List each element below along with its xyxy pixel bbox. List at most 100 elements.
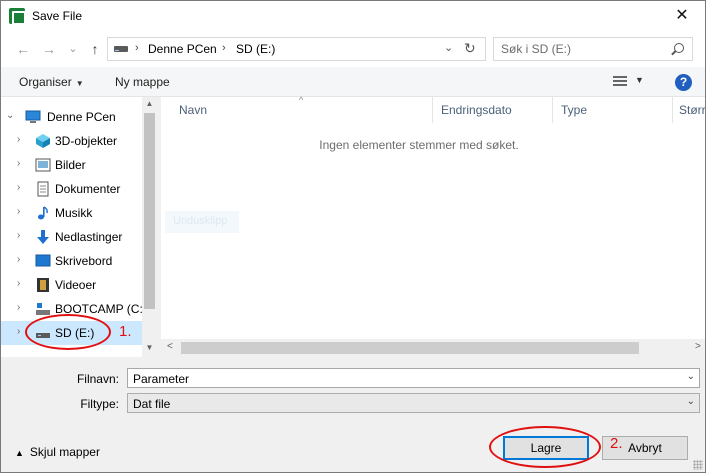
sidebar-item-label: SD (E:) bbox=[55, 326, 95, 340]
scroll-right-icon[interactable]: > bbox=[695, 341, 701, 352]
search-box[interactable] bbox=[493, 37, 693, 61]
search-input[interactable] bbox=[501, 41, 661, 57]
horizontal-scrollbar[interactable]: < > bbox=[161, 339, 705, 357]
sidebar-item-label: Musikk bbox=[55, 206, 93, 220]
column-header-size[interactable]: Størr bbox=[673, 97, 705, 123]
sidebar-item-label: Denne PCen bbox=[47, 110, 116, 124]
address-bar[interactable]: › Denne PCen › SD (E:) ⌄ ↻ bbox=[107, 37, 486, 61]
expand-icon[interactable]: › bbox=[17, 302, 20, 313]
expand-icon[interactable]: › bbox=[17, 158, 20, 169]
expand-icon[interactable]: › bbox=[17, 254, 20, 265]
forward-button[interactable]: → bbox=[39, 39, 59, 59]
sidebar-item-documents[interactable]: › Dokumenter bbox=[1, 177, 142, 201]
sidebar-item-3d-objects[interactable]: › 3D-objekter bbox=[1, 129, 142, 153]
scrollbar-thumb[interactable] bbox=[181, 342, 639, 354]
filename-row: Filnavn: Parameter ⌄ bbox=[1, 368, 705, 390]
filetype-label: Filtype: bbox=[80, 397, 119, 411]
filename-value[interactable]: Parameter bbox=[133, 372, 189, 386]
breadcrumb-sd-drive[interactable]: SD (E:) bbox=[236, 42, 275, 56]
documents-icon bbox=[35, 181, 51, 197]
hide-folders-label: Skjul mapper bbox=[29, 445, 100, 459]
navigation-bar: ← → ⌄ ↑ › Denne PCen › SD (E:) ⌄ ↻ bbox=[1, 31, 705, 67]
breadcrumb-separator: › bbox=[222, 42, 226, 54]
new-folder-button[interactable]: Ny mappe bbox=[115, 75, 170, 89]
filename-label: Filnavn: bbox=[76, 372, 119, 386]
chevron-down-icon[interactable]: ⌄ bbox=[687, 371, 695, 382]
organize-label: Organiser bbox=[19, 75, 72, 89]
address-dropdown-button[interactable]: ⌄ bbox=[444, 41, 453, 54]
filetype-select[interactable]: Dat file ⌄ bbox=[127, 393, 700, 413]
chevron-down-icon[interactable]: ⌄ bbox=[687, 396, 695, 407]
resize-grip[interactable] bbox=[693, 460, 703, 470]
save-file-dialog: Save File ✕ ← → ⌄ ↑ › Denne PCen › SD (E… bbox=[0, 0, 706, 473]
column-header-type[interactable]: Type bbox=[553, 97, 673, 123]
sidebar-item-music[interactable]: › Musikk bbox=[1, 201, 142, 225]
sidebar-item-label: BOOTCAMP (C:) bbox=[55, 302, 147, 316]
sidebar-item-bootcamp[interactable]: › BOOTCAMP (C:) bbox=[1, 297, 147, 321]
filename-field[interactable]: Parameter ⌄ bbox=[127, 368, 700, 388]
refresh-icon[interactable]: ↻ bbox=[464, 40, 476, 57]
music-icon bbox=[35, 205, 51, 221]
breadcrumb-this-pc[interactable]: Denne PCen bbox=[148, 42, 217, 56]
sidebar-item-label: Bilder bbox=[55, 158, 86, 172]
up-button[interactable]: ↑ bbox=[85, 39, 105, 59]
sidebar-item-videos[interactable]: › Videoer bbox=[1, 273, 142, 297]
filetype-value: Dat file bbox=[133, 397, 171, 411]
sidebar-item-downloads[interactable]: › Nedlastinger bbox=[1, 225, 142, 249]
recent-locations-button[interactable]: ⌄ bbox=[63, 39, 83, 59]
navigation-pane: ⌄ Denne PCen › 3D-objekter › Bilder › Do… bbox=[1, 97, 157, 357]
sort-ascending-icon: ^ bbox=[299, 95, 304, 105]
filetype-row: Filtype: Dat file ⌄ bbox=[1, 393, 705, 415]
view-options-icon[interactable] bbox=[613, 76, 627, 88]
sidebar-item-this-pc[interactable]: ⌄ Denne PCen bbox=[1, 105, 142, 129]
drive-icon bbox=[114, 46, 128, 52]
sidebar-item-label: Videoer bbox=[55, 278, 97, 292]
expand-icon[interactable]: › bbox=[17, 182, 20, 193]
sidebar-item-label: Nedlastinger bbox=[55, 230, 123, 244]
system-drive-icon bbox=[35, 301, 51, 317]
annotation-step-2: 2. bbox=[610, 435, 623, 452]
expand-icon[interactable]: › bbox=[17, 326, 20, 337]
desktop-icon bbox=[35, 253, 51, 269]
app-icon bbox=[9, 8, 26, 25]
help-icon[interactable]: ? bbox=[675, 74, 692, 91]
empty-message: Ingen elementer stemmer med søket. bbox=[319, 138, 519, 152]
videos-icon bbox=[35, 277, 51, 293]
scrollbar-thumb[interactable] bbox=[144, 113, 155, 309]
title-bar: Save File ✕ bbox=[1, 1, 705, 31]
sidebar-item-pictures[interactable]: › Bilder bbox=[1, 153, 142, 177]
computer-icon bbox=[25, 109, 41, 125]
collapse-icon[interactable]: ⌄ bbox=[6, 110, 14, 121]
sidebar-item-label: Skrivebord bbox=[55, 254, 113, 268]
column-header-name[interactable]: Navn ^ bbox=[161, 95, 433, 123]
close-button[interactable]: ✕ bbox=[659, 1, 705, 31]
column-header-date[interactable]: Endringsdato bbox=[433, 97, 553, 123]
sidebar-item-label: 3D-objekter bbox=[55, 134, 118, 148]
command-bar: Organiser ▼ Ny mappe ▼ ? bbox=[1, 67, 705, 97]
back-button[interactable]: ← bbox=[13, 39, 33, 59]
expand-icon[interactable]: › bbox=[17, 134, 20, 145]
organize-button[interactable]: Organiser ▼ bbox=[19, 75, 84, 89]
sidebar-scrollbar[interactable]: ▲ ▼ bbox=[142, 97, 157, 357]
expand-icon[interactable]: › bbox=[17, 206, 20, 217]
cube-3d-icon bbox=[35, 133, 51, 149]
hide-folders-button[interactable]: ▲ Skjul mapper bbox=[15, 445, 100, 459]
pictures-icon bbox=[35, 157, 51, 173]
file-list: Navn ^ Endringsdato Type Størr Ingen ele… bbox=[161, 95, 705, 357]
scroll-up-icon[interactable]: ▲ bbox=[142, 99, 157, 108]
drag-ghost-label: Undusklipp bbox=[165, 211, 239, 233]
chevron-down-icon: ▼ bbox=[75, 79, 84, 88]
window-title: Save File bbox=[32, 9, 83, 23]
expand-icon[interactable]: › bbox=[17, 230, 20, 241]
scroll-left-icon[interactable]: < bbox=[167, 341, 173, 352]
search-icon[interactable] bbox=[674, 43, 684, 53]
column-label: Navn bbox=[179, 103, 208, 117]
annotation-step-1: 1. bbox=[119, 323, 132, 340]
view-dropdown-icon[interactable]: ▼ bbox=[635, 75, 644, 85]
sidebar-item-desktop[interactable]: › Skrivebord bbox=[1, 249, 142, 273]
breadcrumb-separator: › bbox=[135, 42, 139, 54]
downloads-icon bbox=[35, 229, 51, 245]
expand-icon[interactable]: › bbox=[17, 278, 20, 289]
save-button[interactable]: Lagre bbox=[503, 436, 589, 460]
scroll-down-icon[interactable]: ▼ bbox=[142, 343, 157, 352]
